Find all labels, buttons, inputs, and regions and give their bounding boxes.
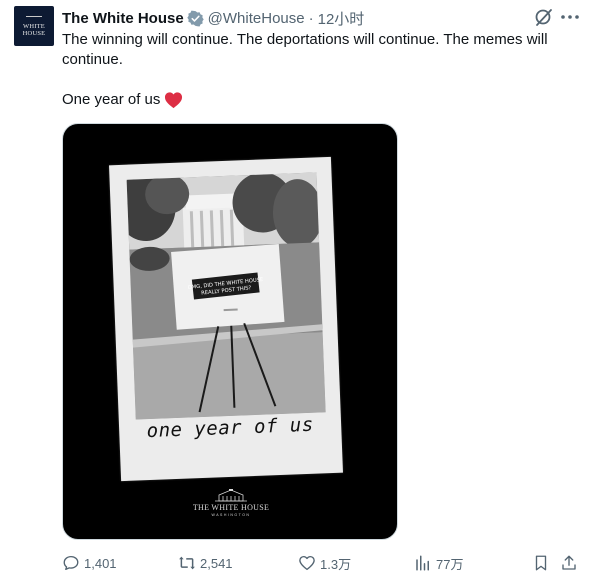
views-icon [416,555,429,571]
reply-icon [63,555,79,571]
share-button[interactable] [560,552,582,574]
like-button[interactable]: 1.3万 [298,552,351,574]
avatar-text-line1: WHITE [23,22,45,30]
author-handle[interactable]: @WhiteHouse [208,10,305,27]
grok-icon[interactable] [533,6,555,28]
tweet-media-image[interactable]: OMG, DID THE WHITE HOUSE REALLY POST THI… [62,123,398,540]
retweet-button[interactable]: 2,541 [178,552,233,574]
tweet-text-line2-row: One year of us [62,90,183,110]
bookmark-icon [535,555,547,571]
like-icon [299,555,315,571]
action-bar: 1,401 2,541 1.3万 77万 [62,552,582,574]
share-icon [562,555,576,570]
author-name[interactable]: The White House [62,10,184,27]
polaroid-frame: OMG, DID THE WHITE HOUSE REALLY POST THI… [109,156,343,482]
separator-dot: · [308,9,314,27]
tweet-header: The White House @WhiteHouse · 12小时 [62,8,364,28]
views-count: 77万 [436,556,464,572]
verified-badge-icon[interactable] [186,10,204,27]
tweet-text-line1: The winning will continue. The deportati… [62,31,548,68]
avatar-crest [26,15,42,21]
like-count: 1.3万 [320,556,352,572]
avatar[interactable]: WHITE HOUSE [14,6,54,46]
tweet-text: The winning will continue. The deportati… [62,30,577,70]
retweet-icon [179,556,195,570]
retweet-count: 2,541 [200,555,233,571]
tweet[interactable]: WHITE HOUSE The White House @WhiteHouse … [0,0,591,583]
reply-count: 1,401 [84,555,117,571]
reply-button[interactable]: 1,401 [62,552,117,574]
views-button[interactable]: 77万 [414,552,463,574]
logo-text-line1: THE WHITE HOUSE [192,503,270,512]
bookmark-button[interactable] [532,552,554,574]
photo: OMG, DID THE WHITE HOUSE REALLY POST THI… [126,172,326,420]
avatar-text-line2: HOUSE [22,29,46,37]
white-house-logo: THE WHITE HOUSE WASHINGTON [191,488,271,528]
logo-text-line2: WASHINGTON [211,513,251,517]
more-icon[interactable] [559,6,581,28]
tweet-text-line2: One year of us [62,91,161,108]
timestamp[interactable]: 12小时 [318,8,365,29]
heart-emoji-icon [165,92,183,109]
white-house-emblem-icon [215,489,247,502]
